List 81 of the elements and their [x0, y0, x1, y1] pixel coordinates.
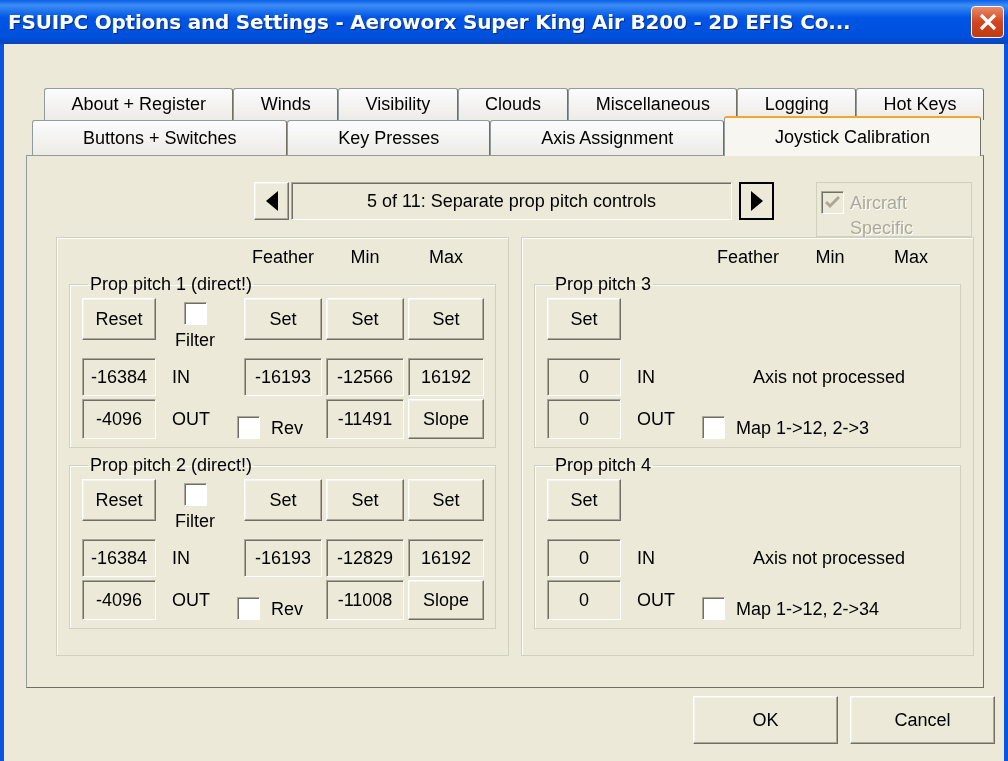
value-display: -16384 [82, 539, 156, 577]
left-triangle-icon [265, 191, 278, 211]
set-button[interactable]: Set [547, 479, 621, 521]
in-label: IN [636, 547, 655, 569]
checkbox-label: Aircraft Specific [850, 192, 915, 240]
value-display: 0 [547, 399, 621, 439]
value-display: -16193 [244, 539, 322, 577]
checkbox[interactable] [702, 597, 725, 620]
value-display: 16192 [408, 358, 484, 396]
slope-button[interactable]: Slope [408, 580, 484, 620]
set-button[interactable]: Set [547, 298, 621, 340]
value-display: -4096 [82, 580, 156, 620]
value-display: -12566 [326, 358, 404, 396]
checkbox[interactable] [183, 483, 207, 506]
checkbox-label: Rev [271, 418, 303, 439]
in-label: IN [636, 366, 655, 388]
tab[interactable]: Key Presses [287, 120, 491, 155]
value-display: 0 [547, 539, 621, 577]
in-label: IN [171, 366, 190, 388]
in-label: IN [171, 547, 190, 569]
set-button[interactable]: Set [326, 298, 404, 340]
value-display: 16192 [408, 539, 484, 577]
close-icon [978, 13, 997, 31]
column-header: Min [350, 247, 380, 267]
value-display: 0 [547, 580, 621, 620]
tab[interactable]: Miscellaneous [568, 88, 738, 120]
column-header: Min [815, 247, 845, 267]
set-button[interactable]: Set [408, 298, 484, 340]
tab[interactable]: Joystick Calibration [724, 116, 981, 156]
value-display: -11008 [326, 580, 404, 620]
value-display: 0 [547, 358, 621, 396]
out-label: OUT [171, 589, 210, 611]
group-title: Prop pitch 1 (direct!) [89, 274, 254, 294]
tab[interactable]: Winds [233, 88, 339, 120]
group-title: Prop pitch 4 [554, 455, 653, 475]
set-button[interactable]: Set [244, 298, 322, 340]
slope-button[interactable]: Slope [408, 399, 484, 439]
value-display: -12829 [326, 539, 404, 577]
set-button[interactable]: Set [326, 479, 404, 521]
check-icon [825, 196, 840, 209]
out-label: OUT [171, 408, 210, 430]
column-header: Feather [716, 247, 779, 267]
column-header: Max [429, 247, 463, 267]
column-header: Max [894, 247, 928, 267]
window-title: FSUIPC Options and Settings - Aeroworx Super King Air B200 - 2D EFIS Co... [8, 10, 851, 34]
value-display: -11491 [326, 399, 404, 439]
tab[interactable]: About + Register [44, 88, 234, 120]
checkbox-label: Rev [271, 599, 303, 620]
value-display: -16193 [244, 358, 322, 396]
column-header: Feather [251, 247, 314, 267]
dialog-button[interactable]: Cancel [850, 696, 995, 744]
status-text: Axis not processed [752, 366, 906, 388]
tab[interactable]: Buttons + Switches [32, 120, 288, 155]
checkbox-label: Map 1->12, 2->34 [736, 599, 880, 620]
checkbox[interactable] [183, 302, 207, 325]
reset-button[interactable]: Reset [82, 479, 156, 521]
status-text: Axis not processed [752, 547, 906, 569]
checkbox-label: Filter [175, 330, 215, 351]
tab[interactable]: Clouds [457, 88, 569, 120]
value-display: -4096 [82, 399, 156, 439]
next-button[interactable] [739, 182, 774, 220]
page-display: 5 of 11: Separate prop pitch controls [291, 182, 732, 220]
set-button[interactable]: Set [408, 479, 484, 521]
previous-button[interactable] [254, 182, 289, 220]
checkbox-label: Map 1->12, 2->3 [736, 418, 870, 439]
value-display: -16384 [82, 358, 156, 396]
out-label: OUT [636, 408, 675, 430]
group-title: Prop pitch 2 (direct!) [89, 455, 254, 475]
tab[interactable]: Axis Assignment [490, 120, 725, 155]
tab[interactable]: Visibility [338, 88, 458, 120]
right-triangle-icon [750, 191, 763, 211]
dialog-button[interactable]: OK [693, 696, 838, 744]
close-button[interactable] [971, 6, 1004, 38]
checkbox[interactable] [237, 416, 260, 439]
reset-button[interactable]: Reset [82, 298, 156, 340]
out-label: OUT [636, 589, 675, 611]
checkbox[interactable] [237, 597, 260, 620]
checkbox-label: Filter [175, 511, 215, 532]
checkbox[interactable] [702, 416, 725, 439]
set-button[interactable]: Set [244, 479, 322, 521]
group-title: Prop pitch 3 [554, 274, 653, 294]
